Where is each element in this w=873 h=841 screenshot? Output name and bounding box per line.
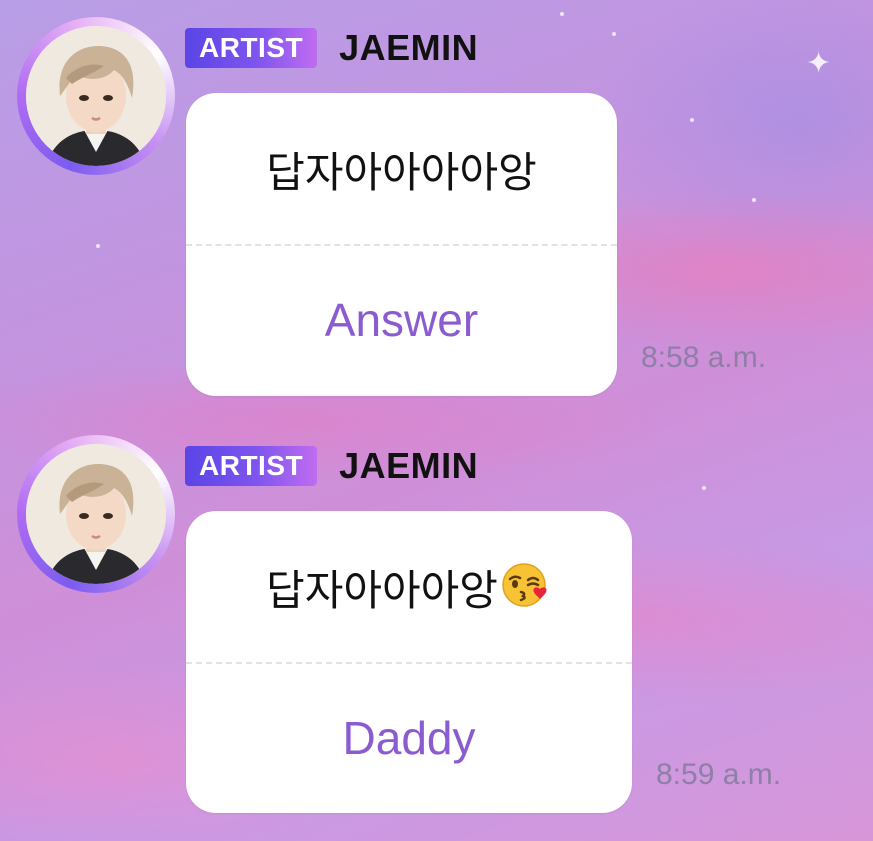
timestamp: 8:58 a.m. — [641, 341, 767, 374]
divider — [186, 662, 632, 664]
message-bubble[interactable]: 답자아아아앙 Daddy — [186, 511, 632, 813]
avatar[interactable] — [26, 26, 166, 166]
artist-badge: ARTIST — [185, 28, 318, 68]
star-dot — [612, 32, 616, 36]
sparkle-decoration: ✦ — [806, 46, 832, 81]
avatar[interactable] — [26, 444, 166, 584]
avatar-ring[interactable] — [17, 435, 175, 593]
profile-photo-icon — [26, 26, 166, 166]
kiss-face-icon — [500, 559, 552, 621]
star-dot — [702, 486, 706, 490]
sender-name[interactable]: JAEMIN — [339, 445, 478, 487]
sender-row: ARTIST JAEMIN — [185, 26, 478, 70]
message-text: 답자아아아앙 — [186, 557, 632, 621]
star-dot — [752, 198, 756, 202]
star-dot — [96, 244, 100, 248]
message-text-content: 답자아아아아앙 — [266, 148, 537, 197]
star-dot — [560, 12, 564, 16]
message-text: 답자아아아아앙 — [186, 139, 617, 200]
reply-label: Answer — [324, 294, 479, 346]
star-dot — [690, 118, 694, 122]
divider — [186, 244, 617, 246]
reply-label: Daddy — [342, 712, 476, 764]
timestamp: 8:59 a.m. — [656, 758, 782, 791]
profile-photo-icon — [26, 444, 166, 584]
message-bubble[interactable]: 답자아아아아앙 Answer — [186, 93, 617, 396]
artist-badge: ARTIST — [185, 446, 318, 486]
sender-row: ARTIST JAEMIN — [185, 444, 478, 488]
sender-name[interactable]: JAEMIN — [339, 27, 478, 69]
message-text-content: 답자아아아앙 — [266, 566, 498, 615]
avatar-ring[interactable] — [17, 17, 175, 175]
